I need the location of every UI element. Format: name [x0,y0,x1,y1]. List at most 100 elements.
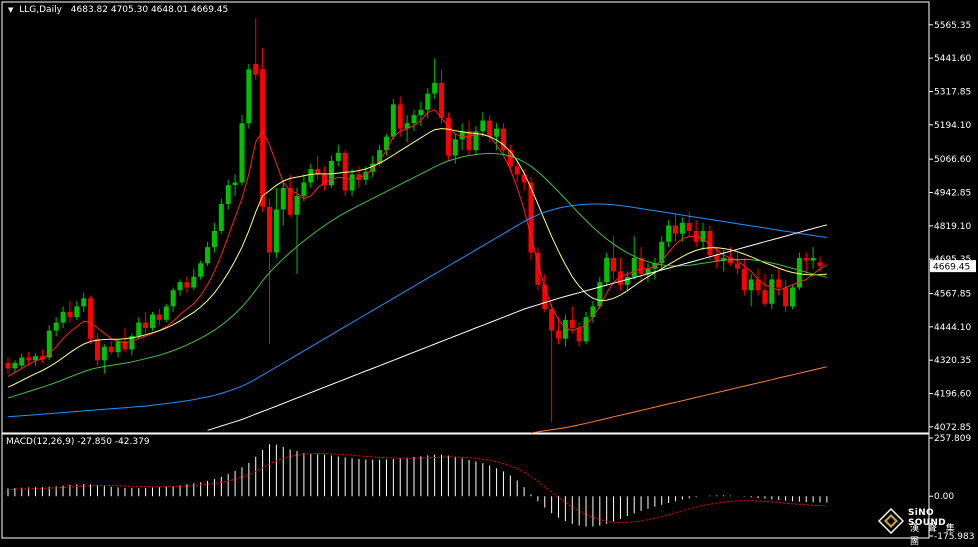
price-tick-label: 5194.10 [934,121,971,131]
candle-body [273,209,279,253]
macd-title: MACD(12,26,9) -27.850 -42.379 [6,437,150,447]
moving-average-line [207,224,828,431]
chart-title: ▼ LLG,Daily 4683.82 4705.30 4648.01 4669… [8,5,228,15]
price-tick-label: 4072.85 [934,423,971,433]
candle-body [803,257,809,261]
candle-body [294,195,300,215]
candle-body [762,290,768,304]
candle-body [33,356,39,361]
macd-signal-line [7,453,827,524]
candle-body [686,222,692,231]
candle-body [301,182,307,196]
price-axis: 5565.35 5441.60 5317.85 5194.10 5066.60 4942.… [929,21,976,540]
candle-body [741,268,747,291]
candle-body [88,298,94,339]
candle-body [624,276,630,285]
price-tick-label: 5066.60 [934,155,971,165]
candle-body [748,279,754,291]
candle-body [218,204,224,231]
macd-tick-label: 257.809 [934,434,971,444]
price-tick-label: 4320.35 [934,356,971,366]
chart-frame: 5565.35 5441.60 5317.85 5194.10 5066.60 4942.… [1,1,976,540]
price-tick-label: 4819.10 [934,222,971,232]
candle-body [521,174,527,183]
macd-tick-label: 0.00 [934,492,954,502]
logo-subtitle: 漢 聲 集 團 [910,524,958,547]
candle-body [177,282,183,291]
price-tick-label: 4196.60 [934,390,971,400]
candle-body [390,104,396,137]
price-tick-label: 4942.85 [934,188,971,198]
candle-body [507,150,513,167]
main-panel-border [1,1,930,434]
candle-body [198,263,204,277]
candle-body [115,341,121,353]
sino-sound-logo: SiNO SOUND 漢 聲 集 團 [876,504,974,547]
candle-body [611,257,617,272]
candle-body [349,174,355,191]
candle-body [562,319,568,339]
candle-body [569,319,575,328]
candle-body [576,327,582,342]
candle-body [163,306,169,320]
candle-body [631,257,637,277]
candle-body [328,160,334,186]
candle-body [239,123,245,183]
candle-body [432,82,438,94]
candle-body [287,187,293,215]
dropdown-triangle-icon[interactable]: ▼ [8,6,13,14]
logo-diamond-icon [878,508,904,534]
candle-body [280,187,286,210]
candle-body [439,82,445,118]
candle-body [156,314,162,320]
price-tick-label: 5441.60 [934,54,971,64]
candle-body [170,290,176,307]
candle-body [205,247,211,264]
ohlc-values: 4683.82 4705.30 4648.01 4669.45 [70,5,229,15]
candle-body [776,279,782,288]
candle-body [5,362,11,369]
candle-body [817,262,823,267]
candle-body [769,279,775,304]
candle-body [184,282,190,288]
symbol-timeframe: LLG,Daily [19,5,62,15]
candle-body [604,257,610,283]
price-tick-label: 4567.85 [934,290,971,300]
candle-body [136,322,142,337]
candle-body [67,311,73,318]
candle-body [549,309,555,331]
candle-body [191,276,197,288]
current-price-label: 4669.45 [933,263,970,273]
candle-body [411,115,417,124]
candle-body [101,346,107,361]
candle-body [150,314,156,328]
candle-body [308,169,314,183]
price-tick-label: 5317.85 [934,87,971,97]
candle-body [60,311,66,323]
candle-body [108,346,114,353]
candle-body [810,257,816,261]
candle-body [672,225,678,234]
candle-body [666,225,672,242]
candle-body [74,306,80,318]
candle-body [81,298,87,307]
candle-body [211,230,217,248]
candle-body [383,136,389,151]
moving-average-line [7,152,828,399]
candle-body [253,63,259,75]
candle-body [466,131,472,151]
candle-body [246,69,252,124]
moving-average-line [530,366,828,434]
candle-body [452,139,458,156]
candle-body [266,206,272,253]
candle-body [260,69,266,207]
candle-body [397,104,403,129]
candle-body [714,255,720,261]
macd-panel[interactable] [1,433,930,539]
candle-body [734,263,740,269]
main-price-panel[interactable] [1,1,930,434]
price-tick-label: 4444.10 [934,323,971,333]
candle-body [556,330,562,339]
candle-body [679,222,685,234]
candle-body [232,182,238,186]
